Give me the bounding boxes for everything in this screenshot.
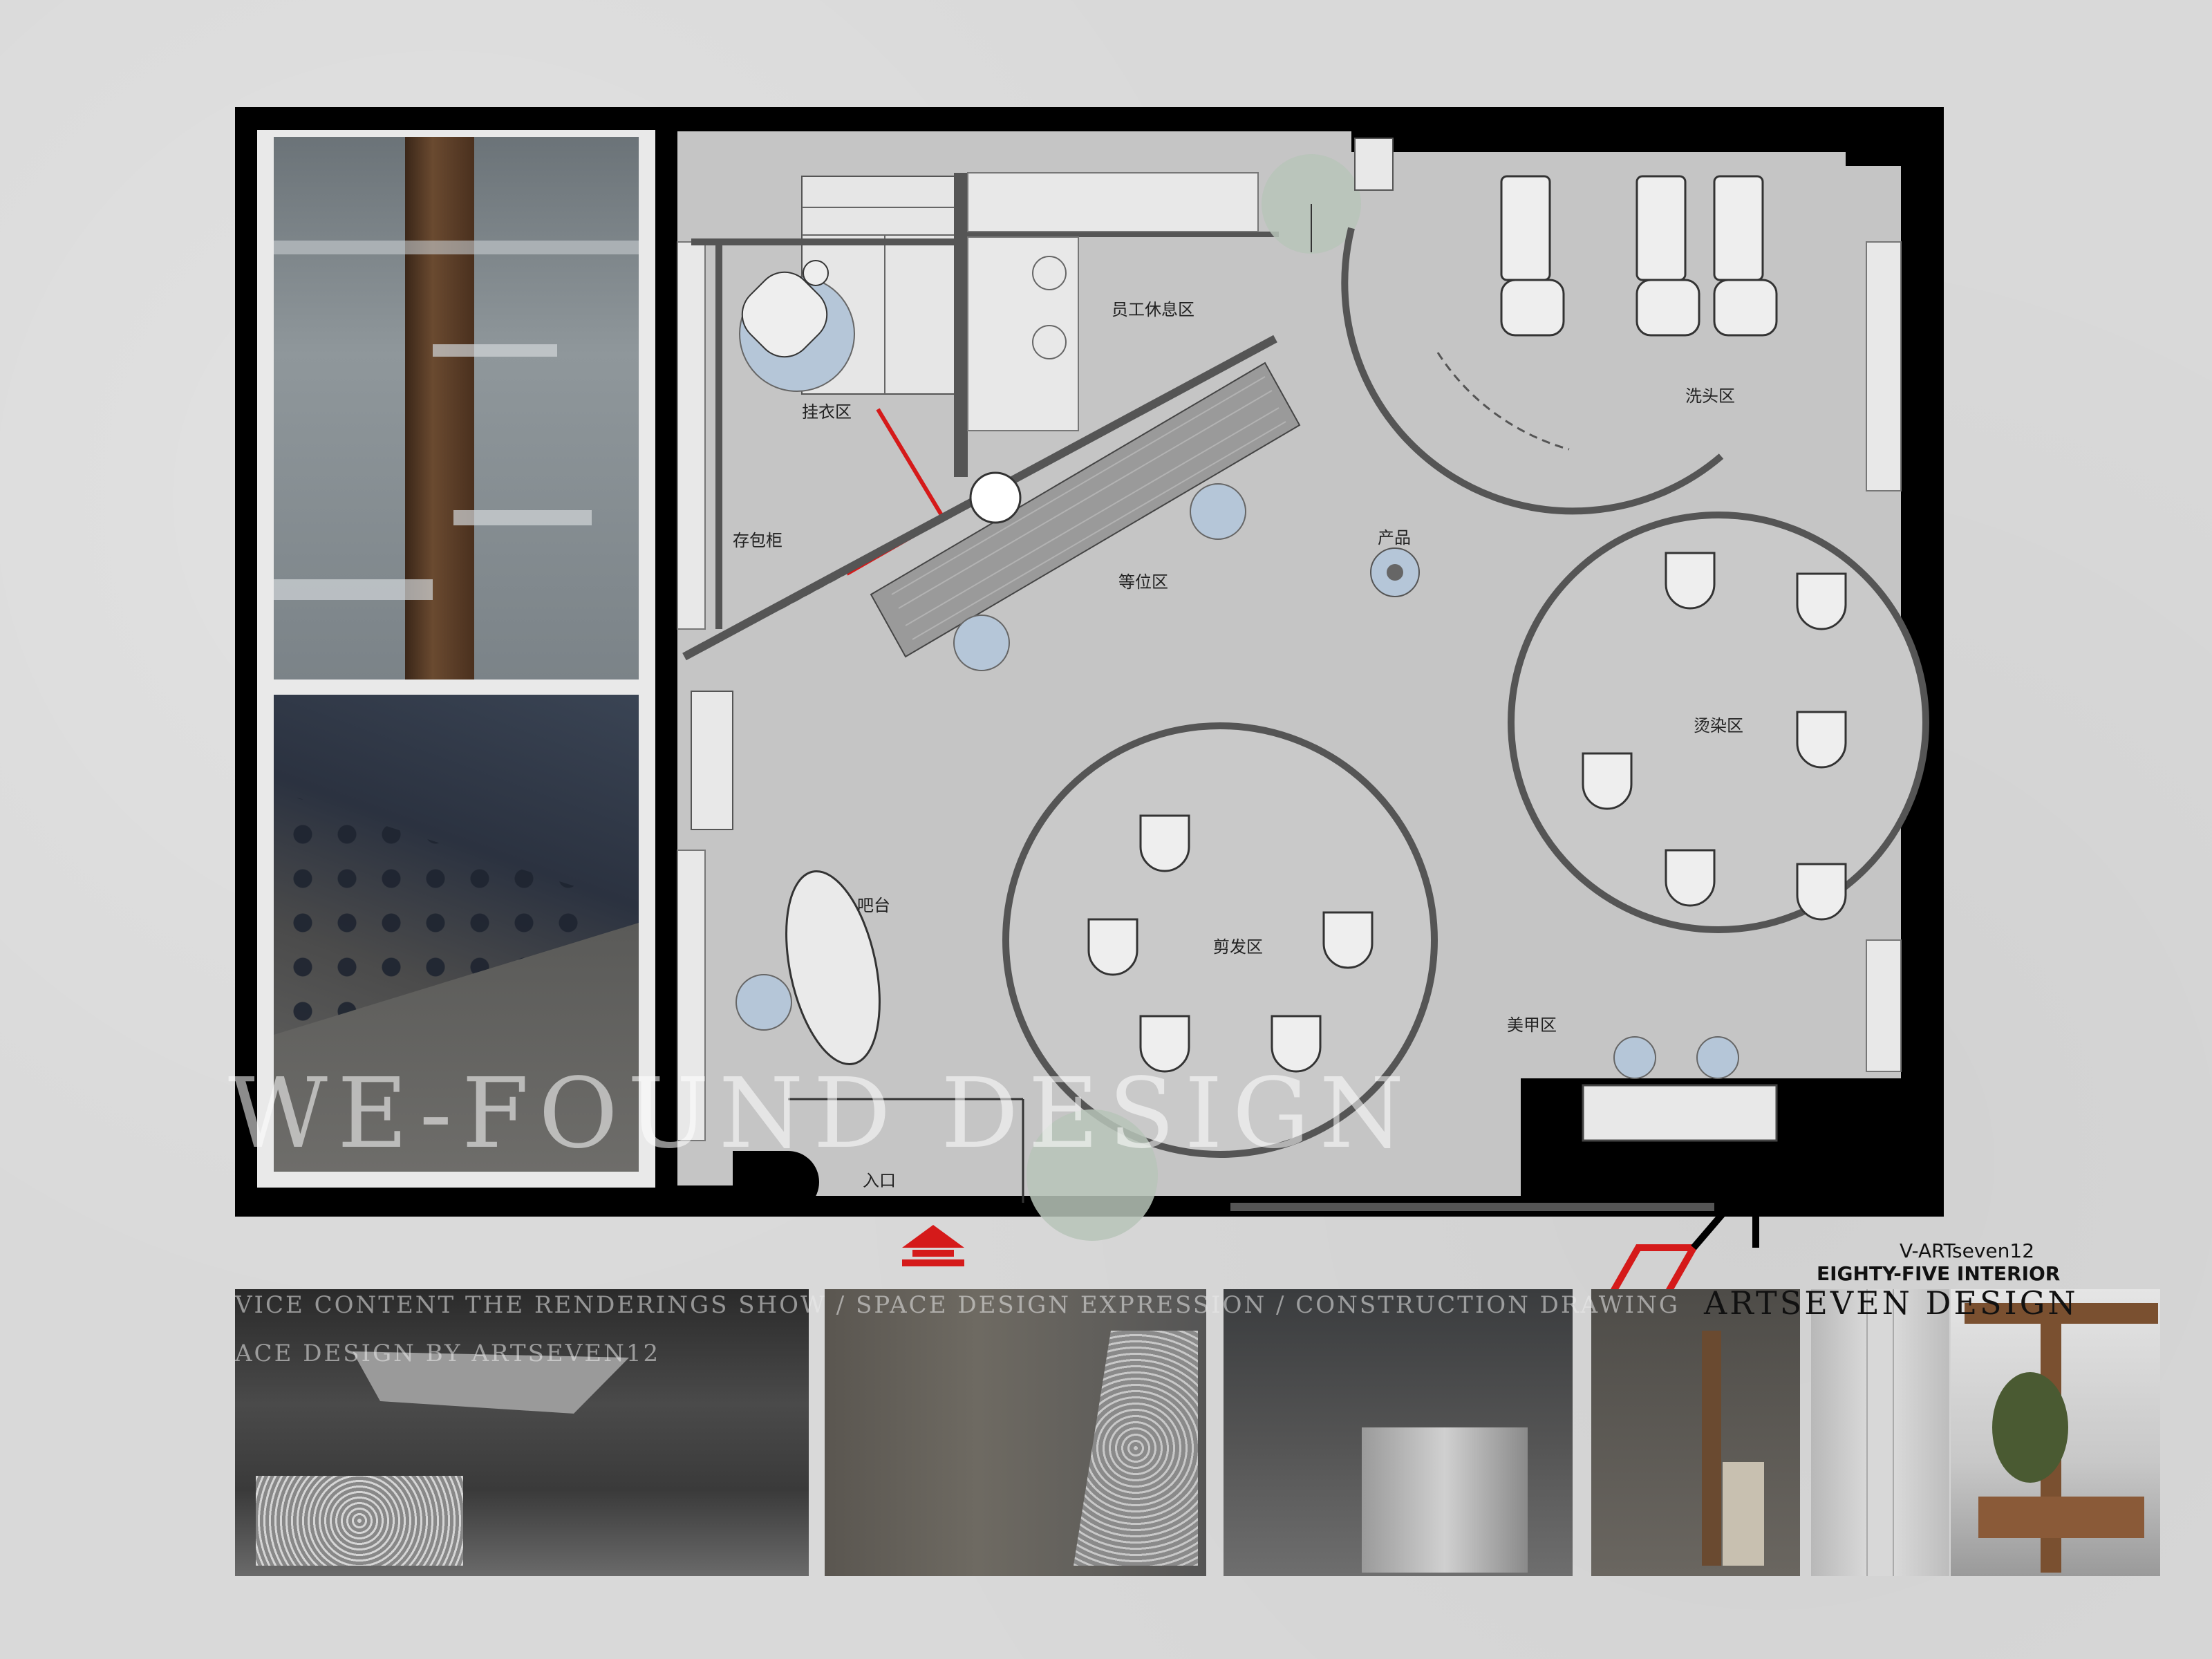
zone-label-dye: 烫染区 [1694,716,1743,735]
zone-label-nail: 美甲区 [1507,1015,1557,1035]
zone-label-product: 产品 [1378,528,1411,547]
window-strip-right [1866,241,1902,491]
lounge-window [967,172,1259,232]
waiting-stool-2 [953,615,1010,671]
nail-table [1582,1084,1778,1142]
wash-stations [1500,175,1778,337]
entrance-arrow-icon [902,1225,964,1266]
small-sink [1354,138,1394,191]
render-ceiling [235,1289,809,1576]
render-partition [825,1289,1206,1576]
window-strip-left [677,241,706,630]
bar-stool [735,974,792,1031]
zone-label-bar: 吧台 [857,896,890,915]
lounge-stool-1 [1032,256,1067,290]
photo-shelves [274,137,639,679]
zone-label-staff-lounge: 员工休息区 [1112,300,1194,319]
render-column [1811,1289,1949,1576]
window-strip-right-2 [1866,939,1902,1072]
zone-label-entrance: 入口 [863,1171,896,1190]
zone-label-waiting: 等位区 [1118,572,1168,592]
render-tree-lounge [1951,1289,2160,1576]
staff-lounge-wall [954,173,968,477]
zone-label-cut: 剪发区 [1213,937,1263,957]
strip-caption-line1: VICE CONTENT THE RENDERINGS SHOW / SPACE… [235,1291,1680,1319]
render-corridor [1591,1289,1800,1576]
logo-subtitle: EIGHTY-FIVE INTERIOR [1817,1262,2061,1285]
nail-stool-2 [1696,1036,1739,1079]
bottom-curved-wall [1230,1203,1714,1211]
fan-icon [969,471,1022,524]
render-counter [1224,1289,1573,1576]
cloak-wall [691,238,954,245]
nail-stool-1 [1613,1036,1656,1079]
zone-label-lockers: 存包柜 [733,531,782,550]
strip-caption-line2: ACE DESIGN BY ARTSEVEN12 [235,1340,661,1367]
logo-brand: ARTSEVEN DESIGN [1704,1284,2079,1322]
zone-label-wash: 洗头区 [1685,386,1735,406]
lounge-stool-2 [1032,325,1067,359]
bar-sink [691,691,733,830]
watermark: WE-FOUND DESIGN [228,1058,1414,1170]
waiting-stool-1 [1190,483,1246,540]
zone-label-cloak: 挂衣区 [802,402,852,422]
logo-name: V-ARTseven12 [1900,1239,2035,1262]
